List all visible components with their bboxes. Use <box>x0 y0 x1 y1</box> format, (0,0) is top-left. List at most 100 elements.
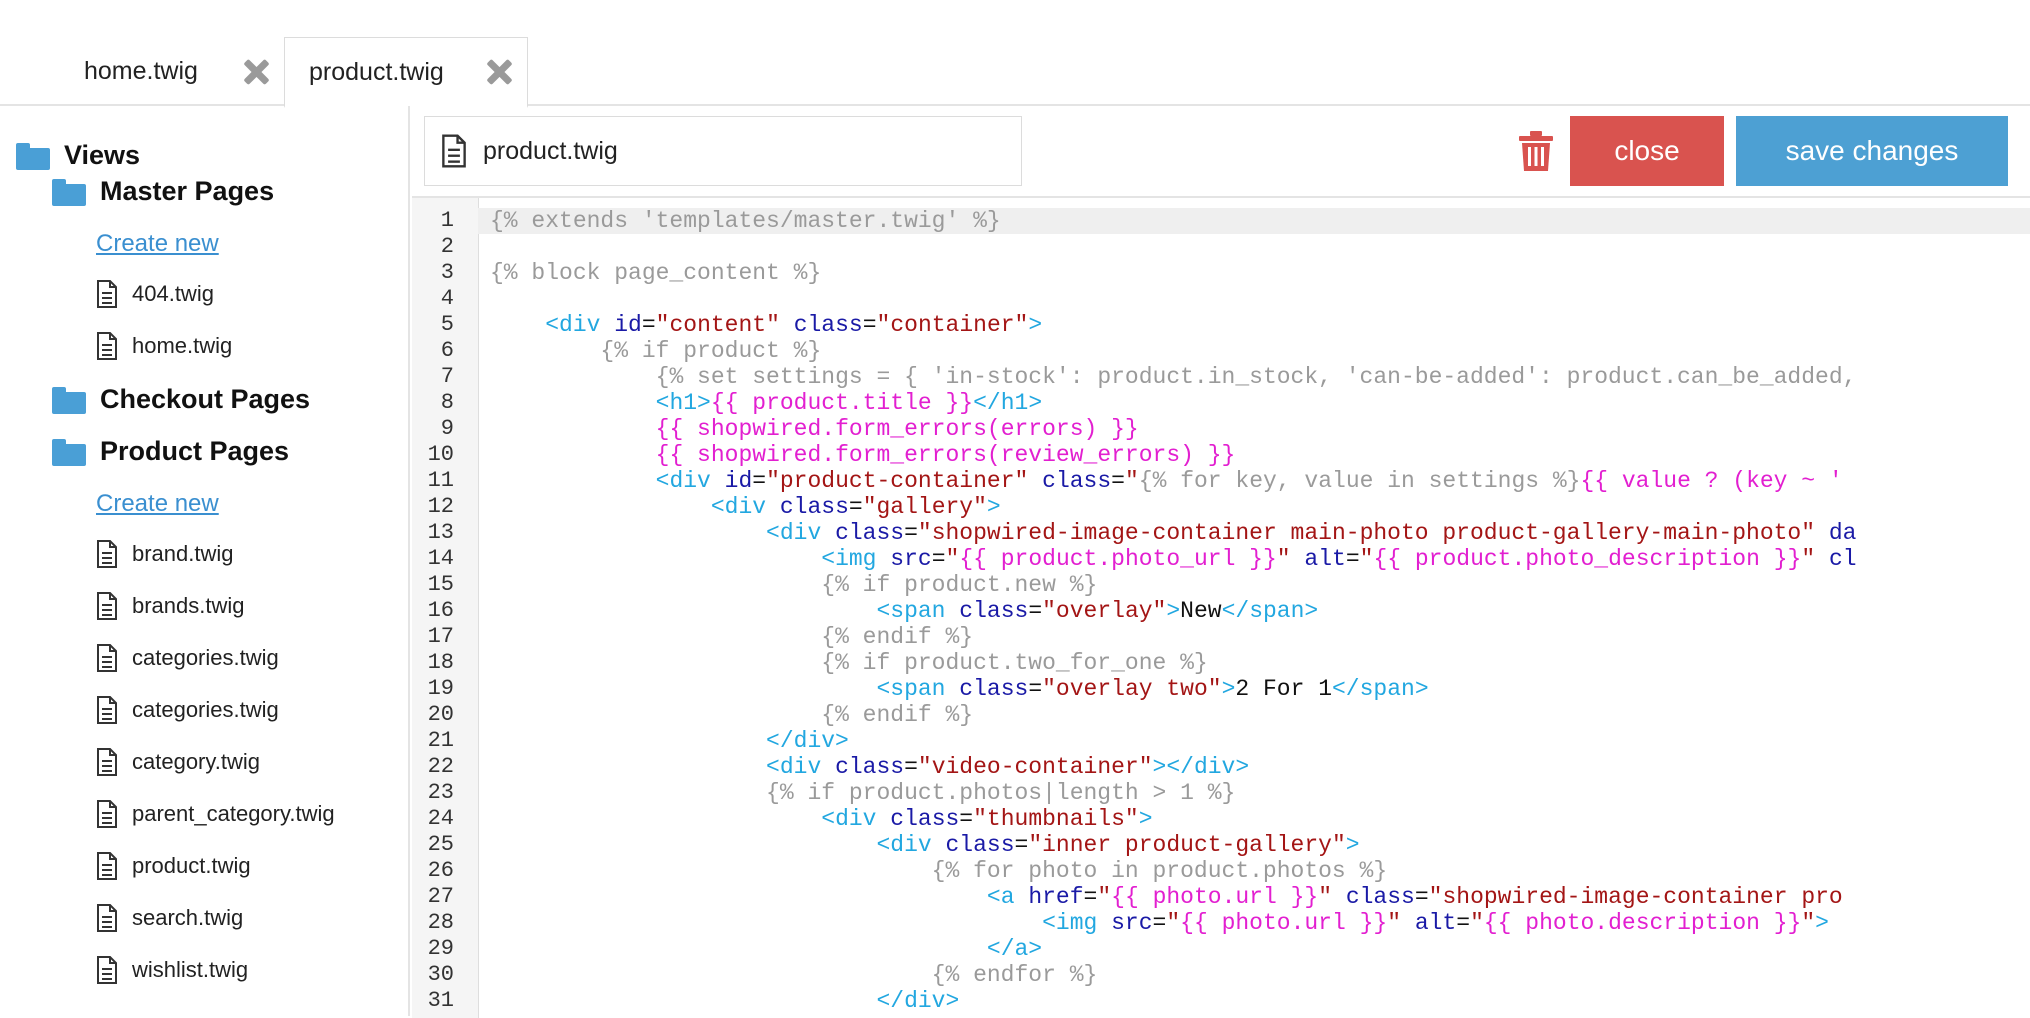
file-label: 404.twig <box>132 281 214 306</box>
code-line[interactable]: {% block page_content %} <box>490 260 821 286</box>
code-token: = <box>931 546 946 572</box>
code-token: = <box>862 312 877 338</box>
code-token: <span <box>876 676 960 702</box>
code-line[interactable]: {% set settings = { 'in-stock': product.… <box>490 364 1857 390</box>
tab-product-twig[interactable]: product.twig <box>284 37 528 108</box>
folder-product-pages[interactable]: Product Pages <box>52 436 289 467</box>
file-item[interactable]: categories.twig <box>96 644 279 672</box>
close-tab-icon[interactable] <box>242 58 270 86</box>
trash-icon[interactable] <box>1518 130 1554 172</box>
file-icon <box>442 134 466 168</box>
code-line[interactable]: {% if product.photos|length > 1 %} <box>490 780 1235 806</box>
code-line[interactable]: {% for photo in product.photos %} <box>490 858 1387 884</box>
code-line[interactable]: {{ shopwired.form_errors(errors) }} <box>490 416 1139 442</box>
code-line[interactable]: {% endif %} <box>490 624 973 650</box>
code-line[interactable]: <div id="product-container" class="{% fo… <box>490 468 1843 494</box>
code-line[interactable]: {% if product.new %} <box>490 572 1097 598</box>
code-token: ></div> <box>1152 754 1250 780</box>
code-line[interactable]: <div class="thumbnails"> <box>490 806 1152 832</box>
code-line[interactable]: <div class="inner product-gallery"> <box>490 832 1360 858</box>
code-line[interactable]: {% extends 'templates/master.twig' %} <box>478 208 2030 234</box>
file-item[interactable]: category.twig <box>96 748 260 776</box>
file-icon <box>97 904 117 932</box>
code-token: class <box>1345 884 1415 910</box>
folder-master-pages[interactable]: Master Pages <box>52 176 274 207</box>
code-token: cl <box>1828 546 1857 572</box>
close-button[interactable]: close <box>1570 116 1724 186</box>
folder-views[interactable]: Views <box>16 140 140 171</box>
code-token: "content" <box>655 312 780 338</box>
file-item[interactable]: categories.twig <box>96 696 279 724</box>
code-token: <img <box>1042 910 1112 936</box>
folder-icon <box>52 438 86 466</box>
code-line[interactable]: </a> <box>490 936 1042 962</box>
code-token: href <box>1028 884 1084 910</box>
file-item[interactable]: brands.twig <box>96 592 245 620</box>
code-token: alt <box>1304 546 1346 572</box>
code-token: = <box>1152 910 1167 936</box>
file-item[interactable]: brand.twig <box>96 540 234 568</box>
save-changes-button[interactable]: save changes <box>1736 116 2008 186</box>
folder-icon <box>52 178 86 206</box>
code-token: {{ shopwired.form_errors(review_errors) … <box>655 442 1236 468</box>
code-token: <div <box>545 312 615 338</box>
code-line[interactable]: <div id="content" class="container"> <box>490 312 1042 338</box>
close-tab-icon[interactable] <box>485 58 513 86</box>
filename-field[interactable]: product.twig <box>424 116 1022 186</box>
code-token: {{ product.photo_url }} <box>959 546 1277 572</box>
line-number: 27 <box>427 884 454 909</box>
code-token: " <box>945 546 960 572</box>
code-line[interactable]: {% if product.two_for_one %} <box>490 650 1207 676</box>
line-number: 2 <box>440 234 454 259</box>
code-token: {{ product.title }} <box>710 390 974 416</box>
code-line[interactable]: {{ shopwired.form_errors(review_errors) … <box>490 442 1236 468</box>
code-token: > <box>1345 832 1360 858</box>
file-item[interactable]: search.twig <box>96 904 243 932</box>
code-token: " <box>1166 910 1181 936</box>
create-new-link[interactable]: Create new <box>96 230 219 258</box>
code-token: = <box>1083 884 1098 910</box>
file-item[interactable]: wishlist.twig <box>96 956 248 984</box>
code-token: " <box>1276 546 1291 572</box>
code-editor[interactable]: 1 {% extends 'templates/master.twig' %} 2 3… <box>412 196 2030 1018</box>
code-line[interactable]: <span class="overlay">New</span> <box>490 598 1318 624</box>
code-line[interactable]: <a href="{{ photo.url }}" class="shopwir… <box>490 884 1843 910</box>
file-icon <box>97 956 117 984</box>
code-line[interactable]: <img src="{{ photo.url }}" alt="{{ photo… <box>490 910 1829 936</box>
line-number: 25 <box>427 832 454 857</box>
code-token: "thumbnails" <box>973 806 1139 832</box>
code-line[interactable]: <img src="{{ product.photo_url }}" alt="… <box>490 546 1857 572</box>
file-label: search.twig <box>132 905 244 930</box>
code-line[interactable]: <div class="video-container"></div> <box>490 754 1249 780</box>
file-item[interactable]: 404.twig <box>96 280 214 308</box>
file-item[interactable]: product.twig <box>96 852 251 880</box>
code-line[interactable]: <div class="gallery"> <box>490 494 1001 520</box>
code-token: <div <box>876 832 946 858</box>
file-item[interactable]: parent_category.twig <box>96 800 335 828</box>
code-token: = <box>1028 598 1043 624</box>
file-icon <box>97 852 117 880</box>
code-line[interactable]: <h1>{{ product.title }}</h1> <box>490 390 1042 416</box>
folder-label: Master Pages <box>100 176 275 206</box>
code-line[interactable]: <div class="shopwired-image-container ma… <box>490 520 1856 546</box>
code-token: src <box>1111 910 1153 936</box>
code-line[interactable]: </div> <box>490 988 959 1014</box>
code-line[interactable]: <span class="overlay two">2 For 1</span> <box>490 676 1428 702</box>
line-number: 3 <box>440 260 454 285</box>
code-token: <div <box>655 468 725 494</box>
code-token: </a> <box>986 936 1043 962</box>
file-item[interactable]: home.twig <box>96 332 232 360</box>
folder-checkout-pages[interactable]: Checkout Pages <box>52 384 310 415</box>
create-new-link[interactable]: Create new <box>96 490 219 518</box>
code-line[interactable]: {% endfor %} <box>490 962 1098 988</box>
code-token: <div <box>710 494 780 520</box>
code-line[interactable]: </div> <box>490 728 849 754</box>
code-token: {{ product.photo_description }} <box>1373 546 1802 572</box>
tab-home-twig[interactable]: home.twig <box>60 37 284 106</box>
code-token: {{ shopwired.form_errors(errors) }} <box>655 416 1139 442</box>
code-line[interactable]: {% endif %} <box>490 702 973 728</box>
code-line[interactable]: {% if product %} <box>490 338 821 364</box>
